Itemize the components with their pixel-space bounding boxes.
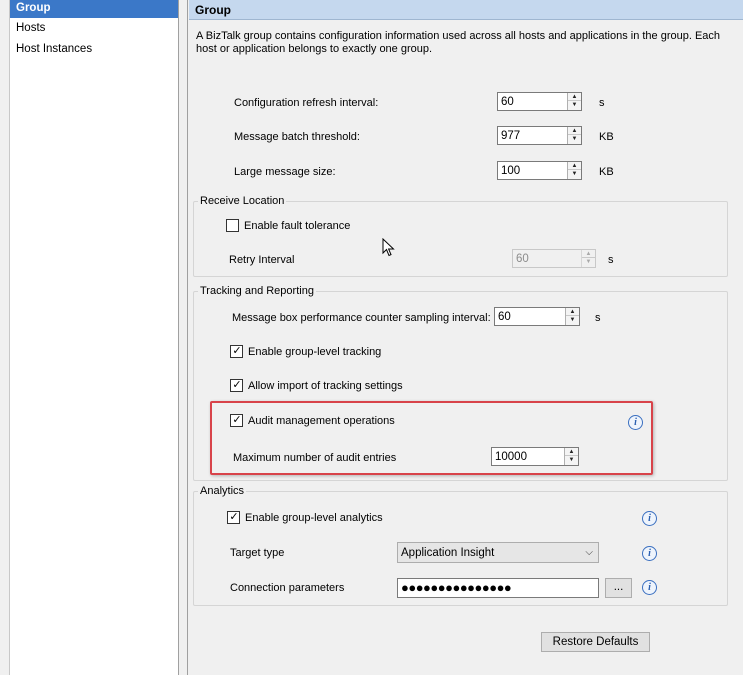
spin-up-icon[interactable]: ▲	[582, 250, 595, 258]
connection-label: Connection parameters	[230, 582, 345, 594]
group-analytics-checkbox[interactable]: ✓	[227, 511, 240, 524]
retry-interval-unit: s	[608, 254, 614, 266]
large-message-unit: KB	[599, 166, 614, 178]
spin-up-icon[interactable]: ▲	[566, 308, 579, 316]
stepper-buttons: ▲ ▼	[567, 127, 581, 144]
fault-tolerance-label: Enable fault tolerance	[244, 220, 351, 232]
highlight-annotation	[210, 401, 653, 475]
target-type-select[interactable]: Application Insight ⌵	[397, 542, 599, 563]
browse-button[interactable]: ...	[605, 578, 632, 598]
analytics-title: Analytics	[198, 484, 247, 498]
info-icon[interactable]: i	[642, 511, 657, 526]
spin-up-icon[interactable]: ▲	[568, 93, 581, 101]
sampling-interval-unit: s	[595, 312, 601, 324]
retry-interval-value: 60	[516, 253, 529, 265]
target-type-label: Target type	[230, 547, 285, 559]
check-icon: ✓	[232, 345, 242, 357]
page-title: Group	[189, 0, 743, 20]
stepper-buttons: ▲ ▼	[567, 93, 581, 110]
retry-interval-label: Retry Interval	[229, 254, 295, 266]
mouse-cursor-icon	[382, 238, 395, 257]
batch-threshold-value: 977	[501, 130, 521, 142]
config-refresh-value: 60	[501, 96, 514, 108]
settings-panel: Group A BizTalk group contains configura…	[189, 0, 743, 675]
group-analytics-label: Enable group-level analytics	[245, 512, 383, 524]
spin-up-icon[interactable]: ▲	[568, 127, 581, 135]
nav-item-hosts[interactable]: Hosts	[10, 20, 178, 38]
connection-value: ●●●●●●●●●●●●●●●	[401, 580, 512, 595]
group-tracking-label: Enable group-level tracking	[248, 346, 382, 358]
panel-splitter[interactable]	[180, 0, 188, 675]
sampling-interval-stepper[interactable]: 60 ▲ ▼	[494, 307, 580, 326]
stepper-buttons: ▲ ▼	[581, 250, 595, 267]
nav-item-host-instances[interactable]: Host Instances	[10, 41, 178, 59]
navigation-tree: Group Hosts Host Instances	[9, 0, 179, 675]
retry-interval-stepper[interactable]: 60 ▲ ▼	[512, 249, 596, 268]
spin-down-icon[interactable]: ▼	[568, 135, 581, 143]
info-icon[interactable]: i	[642, 546, 657, 561]
group-tracking-checkbox[interactable]: ✓	[230, 345, 243, 358]
target-type-value: Application Insight	[401, 547, 495, 559]
connection-password-input[interactable]: ●●●●●●●●●●●●●●●	[397, 578, 599, 598]
large-message-stepper[interactable]: 100 ▲ ▼	[497, 161, 582, 180]
fault-tolerance-checkbox[interactable]	[226, 219, 239, 232]
receive-location-title: Receive Location	[198, 194, 287, 208]
large-message-label: Large message size:	[234, 166, 336, 178]
chevron-down-icon: ⌵	[585, 547, 593, 558]
page-description: A BizTalk group contains configuration i…	[196, 30, 721, 55]
sampling-interval-label: Message box performance counter sampling…	[232, 312, 491, 324]
spin-down-icon[interactable]: ▼	[568, 101, 581, 109]
tracking-title: Tracking and Reporting	[198, 284, 316, 298]
import-settings-checkbox[interactable]: ✓	[230, 379, 243, 392]
spin-up-icon[interactable]: ▲	[568, 162, 581, 170]
import-settings-label: Allow import of tracking settings	[248, 380, 403, 392]
config-refresh-unit: s	[599, 97, 605, 109]
spin-down-icon[interactable]: ▼	[568, 170, 581, 178]
nav-item-group[interactable]: Group	[10, 0, 178, 18]
stepper-buttons: ▲ ▼	[567, 162, 581, 179]
check-icon: ✓	[229, 511, 239, 523]
check-icon: ✓	[232, 379, 242, 391]
large-message-value: 100	[501, 165, 521, 177]
config-refresh-stepper[interactable]: 60 ▲ ▼	[497, 92, 582, 111]
batch-threshold-label: Message batch threshold:	[234, 131, 360, 143]
batch-threshold-unit: KB	[599, 131, 614, 143]
info-icon[interactable]: i	[642, 580, 657, 595]
stepper-buttons: ▲ ▼	[565, 308, 579, 325]
restore-defaults-button[interactable]: Restore Defaults	[541, 632, 650, 652]
batch-threshold-stepper[interactable]: 977 ▲ ▼	[497, 126, 582, 145]
sampling-interval-value: 60	[498, 311, 511, 323]
config-refresh-label: Configuration refresh interval:	[234, 97, 379, 109]
spin-down-icon[interactable]: ▼	[582, 258, 595, 266]
spin-down-icon[interactable]: ▼	[566, 316, 579, 324]
